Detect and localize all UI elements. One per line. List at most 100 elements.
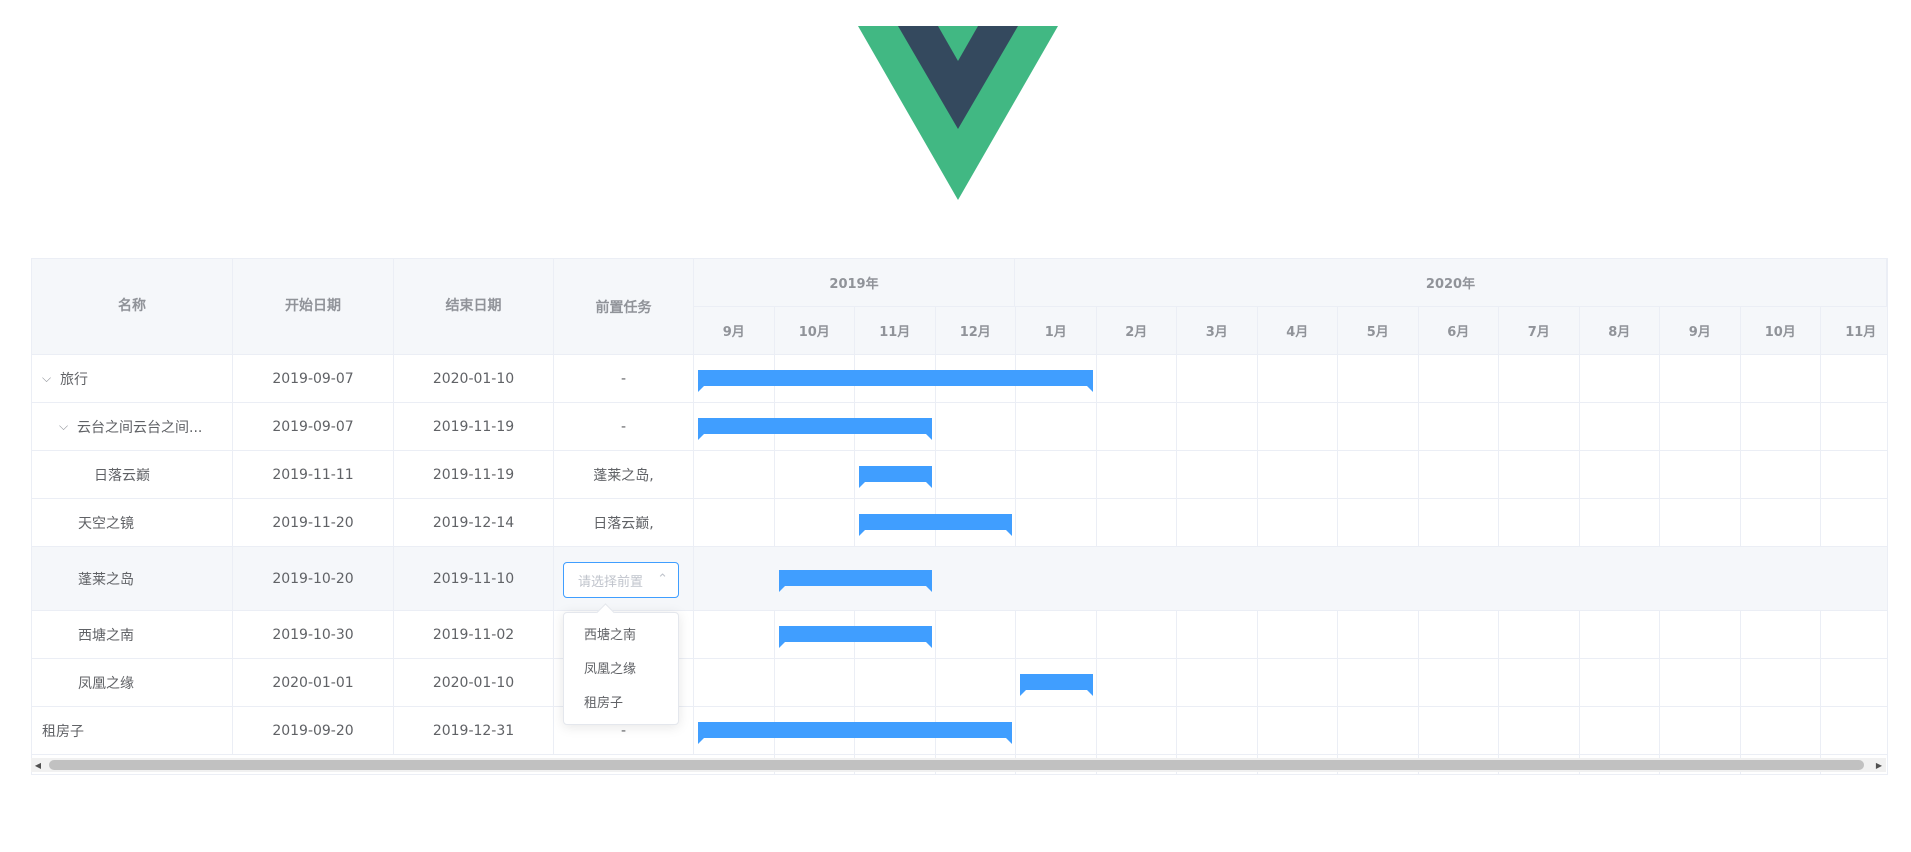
cell-end: 2019-11-10 <box>394 547 554 610</box>
cell-start: 2019-09-07 <box>233 403 394 450</box>
vue-logo-icon <box>858 26 1058 200</box>
cell-end: 2019-12-14 <box>394 499 554 546</box>
cell-start-text: 2019-10-30 <box>272 626 354 643</box>
month-header: 11月 <box>855 307 936 355</box>
month-header: 5月 <box>1338 307 1419 355</box>
prev-option-fenghuang[interactable]: 凤凰之缘 <box>564 653 678 687</box>
cell-end: 2019-11-19 <box>394 451 554 498</box>
month-header: 7月 <box>1499 307 1580 355</box>
year-header-2020: 2020年 <box>1015 259 1887 307</box>
cell-prev: - <box>554 355 694 402</box>
table-row[interactable]: 西塘之南 2019-10-30 2019-11-02 <box>32 611 1887 659</box>
task-name: 云台之间云台之间... <box>77 419 203 436</box>
task-name: 凤凰之缘 <box>78 675 134 692</box>
cell-name: 西塘之南 <box>32 611 233 658</box>
header-name[interactable]: 名称 <box>32 259 233 355</box>
gantt-table: 名称 开始日期 结束日期 前置任务 2019年 2020年 9月 10月 11月 12… <box>31 258 1888 775</box>
cell-end: 2019-11-19 <box>394 403 554 450</box>
cell-name: ⌵ 旅行 <box>32 355 233 402</box>
gantt-bar[interactable] <box>698 722 1012 744</box>
scroll-left-icon[interactable]: ◀ <box>31 758 45 772</box>
month-header: 2月 <box>1096 307 1177 355</box>
cell-start-text: 2019-09-07 <box>272 418 354 435</box>
gantt-bar[interactable] <box>698 418 932 440</box>
month-header: 3月 <box>1177 307 1258 355</box>
cell-end-text: 2019-11-19 <box>432 466 515 483</box>
cell-end: 2019-12-31 <box>394 707 554 754</box>
cell-prev: 蓬莱之岛, <box>554 451 694 498</box>
cell-start-text: 2019-09-20 <box>272 722 354 739</box>
gantt-bar[interactable] <box>1020 674 1093 696</box>
prev-option-zufangzi[interactable]: 租房子 <box>564 687 678 721</box>
task-name: 西塘之南 <box>78 627 134 644</box>
table-row[interactable]: 凤凰之缘 2020-01-01 2020-01-10 <box>32 659 1887 707</box>
cell-start: 2019-11-11 <box>233 451 394 498</box>
cell-start-text: 2019-09-07 <box>272 370 354 387</box>
cell-start-text: 2019-11-20 <box>272 514 354 531</box>
cell-start: 2019-10-30 <box>233 611 394 658</box>
cell-end-text: 2019-11-19 <box>432 418 515 435</box>
task-name: 旅行 <box>60 371 88 388</box>
cell-end-text: 2020-01-10 <box>432 674 515 691</box>
cell-prev: 日落云巅, <box>554 499 694 546</box>
horizontal-scrollbar[interactable]: ◀ ▶ <box>31 758 1886 772</box>
prev-task-dropdown: 西塘之南 凤凰之缘 租房子 <box>563 603 679 725</box>
cell-end-text: 2019-12-14 <box>432 514 515 531</box>
cell-end-text: 2019-11-02 <box>432 626 515 643</box>
header-start-date[interactable]: 开始日期 <box>233 259 394 355</box>
scroll-right-icon[interactable]: ▶ <box>1872 758 1886 772</box>
cell-name: 天空之镜 <box>32 499 233 546</box>
cell-end-text: 2020-01-10 <box>432 370 515 387</box>
header-prev-task[interactable]: 前置任务 <box>554 259 694 355</box>
cell-name: ⌵ 云台之间云台之间... <box>32 403 233 450</box>
cell-end: 2020-01-10 <box>394 355 554 402</box>
cell-start-text: 2019-10-20 <box>272 570 354 587</box>
cell-name: 租房子 <box>32 707 233 754</box>
gantt-bar[interactable] <box>778 626 932 648</box>
gantt-bar[interactable] <box>698 370 1093 392</box>
scrollbar-thumb[interactable] <box>49 760 1864 770</box>
chevron-up-icon[interactable]: ⌃ <box>657 572 668 587</box>
prev-task-select-placeholder: 请选择前置 <box>578 574 644 590</box>
cell-prev-text: - <box>620 418 627 435</box>
table-row[interactable]: 蓬莱之岛 2019-10-20 2019-11-10 <box>32 547 1887 611</box>
month-header: 1月 <box>1016 307 1097 355</box>
cell-end-text: 2019-11-10 <box>432 570 515 587</box>
task-name: 蓬莱之岛 <box>78 571 134 588</box>
cell-name: 凤凰之缘 <box>32 659 233 706</box>
prev-task-select[interactable]: 请选择前置 ⌃ <box>563 562 679 598</box>
task-name: 日落云巅 <box>94 467 150 484</box>
month-header: 8月 <box>1579 307 1660 355</box>
cell-end: 2019-11-02 <box>394 611 554 658</box>
gantt-bar[interactable] <box>859 514 1012 536</box>
month-header: 10月 <box>774 307 855 355</box>
chevron-down-icon[interactable]: ⌵ <box>59 419 73 434</box>
prev-option-xitang[interactable]: 西塘之南 <box>564 619 678 653</box>
gantt-bar[interactable] <box>859 466 932 488</box>
cell-start: 2019-10-20 <box>233 547 394 610</box>
cell-start-text: 2020-01-01 <box>272 674 354 691</box>
table-row[interactable]: 日落云巅 2019-11-11 2019-11-19 蓬莱之岛, <box>32 451 1887 499</box>
month-header: 9月 <box>694 307 775 355</box>
cell-name: 日落云巅 <box>32 451 233 498</box>
cell-prev-text: 蓬莱之岛, <box>593 467 654 484</box>
header-end-date[interactable]: 结束日期 <box>394 259 554 355</box>
table-row[interactable]: ⌵ 云台之间云台之间... 2019-09-07 2019-11-19 - <box>32 403 1887 451</box>
month-header: 4月 <box>1257 307 1338 355</box>
chevron-down-icon[interactable]: ⌵ <box>42 371 56 386</box>
cell-start: 2019-11-20 <box>233 499 394 546</box>
cell-end-text: 2019-12-31 <box>432 722 515 739</box>
cell-name: 蓬莱之岛 <box>32 547 233 610</box>
cell-prev-text: 日落云巅, <box>593 515 654 532</box>
cell-start: 2020-01-01 <box>233 659 394 706</box>
cell-prev: - <box>554 403 694 450</box>
cell-end: 2020-01-10 <box>394 659 554 706</box>
cell-prev-text: - <box>620 370 627 387</box>
month-header: 10月 <box>1740 307 1821 355</box>
month-header: 9月 <box>1660 307 1741 355</box>
month-header: 11月 <box>1821 307 1887 355</box>
cell-start: 2019-09-07 <box>233 355 394 402</box>
cell-start: 2019-09-20 <box>233 707 394 754</box>
month-header: 6月 <box>1418 307 1499 355</box>
gantt-bar[interactable] <box>778 570 932 592</box>
